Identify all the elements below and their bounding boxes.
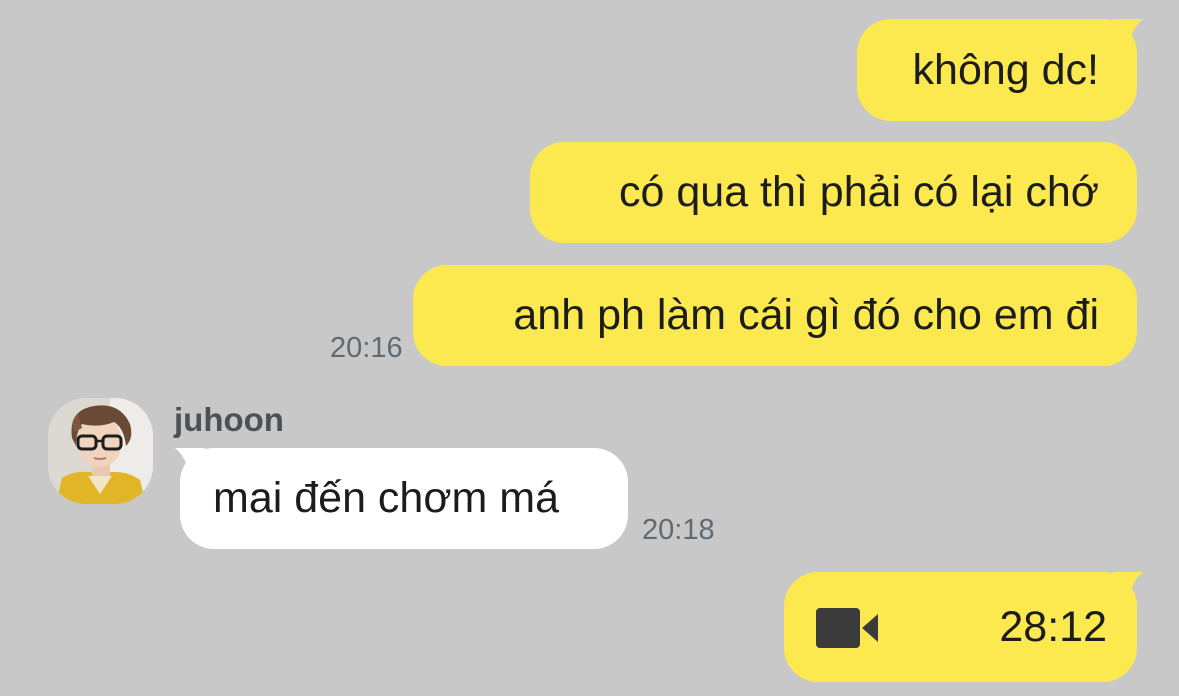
outgoing-message-bubble[interactable]: có qua thì phải có lại chớ <box>530 142 1137 243</box>
message-timestamp: 20:16 <box>330 332 403 364</box>
incoming-message-bubble[interactable]: mai đến chơm má <box>180 448 628 549</box>
bubble-tail <box>1113 19 1143 43</box>
message-text: anh ph làm cái gì đó cho em đi <box>513 291 1099 339</box>
outgoing-message-bubble[interactable]: không dc! <box>857 19 1137 121</box>
message-text: có qua thì phải có lại chớ <box>619 168 1099 216</box>
message-text: mai đến chơm má <box>213 474 560 522</box>
call-duration: 28:12 <box>999 602 1107 651</box>
bubble-tail <box>175 448 205 472</box>
message-text: không dc! <box>912 45 1099 94</box>
message-timestamp: 20:18 <box>642 514 715 546</box>
bubble-tail <box>1113 572 1143 596</box>
sender-name: juhoon <box>174 401 284 438</box>
video-camera-icon <box>816 608 878 648</box>
outgoing-message-bubble[interactable]: anh ph làm cái gì đó cho em đi <box>413 265 1137 366</box>
avatar[interactable] <box>48 398 153 504</box>
avatar-image <box>48 398 153 504</box>
video-call-bubble[interactable]: 28:12 <box>784 572 1137 682</box>
